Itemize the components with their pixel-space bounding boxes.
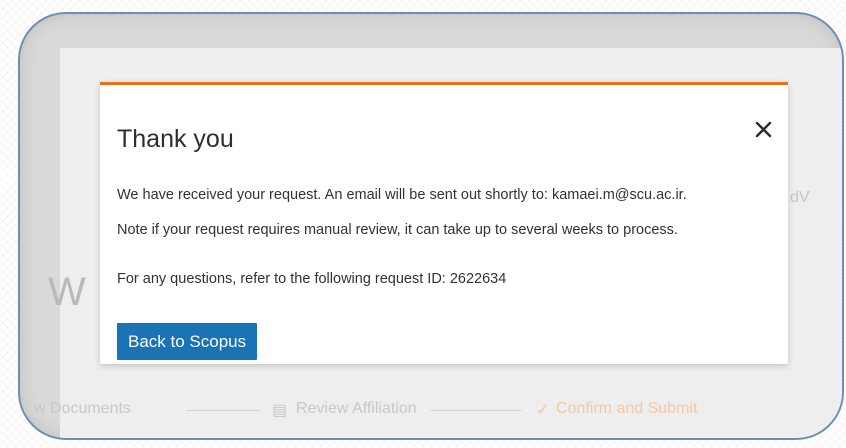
progress-steps: w Documents ▤ Review Affiliation ✓ Confi… — [20, 400, 842, 422]
step-connector — [430, 410, 522, 411]
confirmation-message: We have received your request. An email … — [117, 187, 687, 203]
check-icon: ✓ — [536, 402, 550, 419]
back-to-scopus-button[interactable]: Back to Scopus — [117, 323, 258, 360]
dialog-title: Thank you — [117, 125, 234, 153]
step-affiliation-icon: ▤ — [272, 402, 288, 419]
close-icon — [755, 121, 772, 143]
backdrop-heading: W — [48, 270, 86, 314]
thank-you-dialog: Thank you We have received your request.… — [100, 82, 788, 364]
step-review-documents: w Documents — [34, 400, 131, 417]
backdrop-right-text: dV — [790, 189, 810, 206]
step-confirm-submit: Confirm and Submit — [556, 400, 698, 417]
screenshot-frame: W dV w Documents ▤ Review Affiliation ✓ … — [18, 12, 844, 440]
close-button[interactable] — [750, 119, 776, 145]
request-id-text: For any questions, refer to the followin… — [117, 271, 507, 287]
step-connector — [186, 410, 260, 411]
review-notice: Note if your request requires manual rev… — [117, 222, 678, 238]
step-review-affiliation: Review Affiliation — [296, 400, 417, 417]
